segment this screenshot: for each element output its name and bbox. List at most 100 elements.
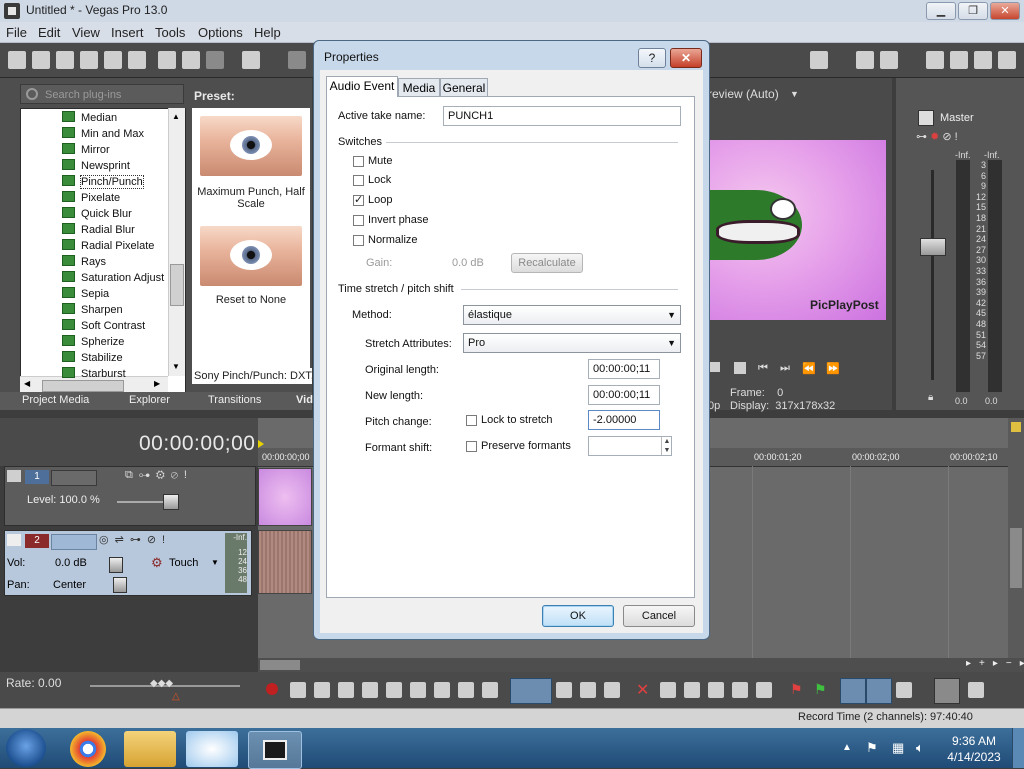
mute-icon[interactable]: ⊘ xyxy=(942,131,951,143)
plugin-item[interactable]: Radial Blur xyxy=(62,222,135,238)
method-dropdown[interactable]: élastique ▼ xyxy=(463,305,681,325)
trim-end-icon[interactable] xyxy=(708,682,724,698)
new-length-field[interactable]: 00:00:00;11 xyxy=(588,385,660,405)
automation-dropdown-icon[interactable]: ▼ xyxy=(211,558,219,567)
plugin-item[interactable]: Soft Contrast xyxy=(62,318,145,334)
render-icon[interactable] xyxy=(104,51,122,69)
pause-icon[interactable] xyxy=(362,682,378,698)
lock-icon[interactable] xyxy=(756,682,772,698)
plugin-item[interactable]: Radial Pixelate xyxy=(62,238,154,254)
prev-frame-icon[interactable] xyxy=(458,682,474,698)
plugin-item[interactable]: Sharpen xyxy=(62,302,123,318)
scroll-right-icon[interactable]: ▶ xyxy=(154,379,160,388)
ripple-edit-icon[interactable] xyxy=(896,682,912,698)
level-slider-thumb[interactable] xyxy=(163,494,179,510)
maximize-button[interactable]: ❐ xyxy=(958,2,988,20)
invert-phase-checkbox[interactable] xyxy=(353,215,364,226)
preset-thumbnail-max-punch[interactable] xyxy=(200,116,302,176)
action-center-icon[interactable]: ⚑ xyxy=(866,740,878,756)
plugin-item[interactable]: Min and Max xyxy=(62,126,144,142)
preset-thumbnail-reset[interactable] xyxy=(200,226,302,286)
tray-expand-icon[interactable]: ▲ xyxy=(842,742,852,753)
solo-icon[interactable]: ! xyxy=(955,131,958,143)
save-icon[interactable] xyxy=(56,51,74,69)
envelope-tool-icon[interactable] xyxy=(556,682,572,698)
menu-edit[interactable]: Edit xyxy=(38,25,60,40)
ignore-grouping-icon[interactable] xyxy=(968,682,984,698)
tab-video-fx[interactable]: Vid xyxy=(296,394,313,406)
properties-icon[interactable] xyxy=(128,51,146,69)
marker-icon[interactable]: ⚑ xyxy=(790,681,803,698)
plugin-item[interactable]: Quick Blur xyxy=(62,206,132,222)
stop-icon[interactable] xyxy=(386,682,402,698)
formant-spinner[interactable]: ▲ ▼ xyxy=(661,437,672,455)
tab-general[interactable]: General xyxy=(440,78,488,96)
edit-tool-button[interactable] xyxy=(510,678,552,704)
loop-playback-icon[interactable] xyxy=(290,682,306,698)
plugin-item[interactable]: Spherize xyxy=(62,334,124,350)
cut-icon[interactable] xyxy=(158,51,176,69)
search-plugins-input[interactable]: Search plug-ins xyxy=(20,84,184,104)
preview-quality-dropdown[interactable]: review (Auto) xyxy=(708,87,779,101)
lock-checkbox[interactable] xyxy=(353,175,364,186)
dialog-help-button[interactable]: ? xyxy=(638,48,666,68)
normalize-checkbox[interactable] xyxy=(353,235,364,246)
taskbar-clock[interactable]: 9:36 AM 4/14/2023 xyxy=(946,733,1002,765)
timeline-horizontal-scrollbar[interactable]: ▸+▸−▸ xyxy=(258,658,1024,672)
orig-length-field[interactable]: 00:00:00;11 xyxy=(588,359,660,379)
ok-button[interactable]: OK xyxy=(542,605,614,627)
pan-slider-thumb[interactable] xyxy=(113,577,127,593)
chevron-down-icon[interactable]: ▼ xyxy=(790,89,799,99)
rate-slider-thumb[interactable]: ◆◆◆ xyxy=(150,678,173,689)
master-fader[interactable] xyxy=(920,238,946,256)
vegas-taskbar-icon[interactable] xyxy=(248,731,302,769)
play-from-start-icon[interactable] xyxy=(314,682,330,698)
scroll-left-icon[interactable]: ◀ xyxy=(24,379,30,388)
snapping-button[interactable] xyxy=(840,678,866,704)
delete-icon[interactable]: ✕ xyxy=(636,680,649,700)
audio-track-2[interactable]: 2 ◎⇌⊶⊘! Vol: 0.0 dB ⚙ Touch ▼ Pan: Cente… xyxy=(4,530,252,596)
preset-label-reset[interactable]: Reset to None xyxy=(192,294,310,306)
menu-tools[interactable]: Tools xyxy=(155,25,185,40)
plugin-item[interactable]: Newsprint xyxy=(62,158,130,174)
track-name-field[interactable] xyxy=(51,470,97,486)
split-screen-icon[interactable] xyxy=(856,51,874,69)
pause-icon[interactable] xyxy=(710,362,720,372)
trim-icon[interactable] xyxy=(660,682,676,698)
stretch-attr-dropdown[interactable]: Pro ▼ xyxy=(463,333,681,353)
auto-crossfade-button[interactable] xyxy=(866,678,892,704)
copy-icon[interactable] xyxy=(182,51,200,69)
video-track-1[interactable]: 1 ⧉⊶⚙⊘! Level: 100.0 % xyxy=(4,466,256,526)
open-folder-icon[interactable] xyxy=(32,51,50,69)
minimize-button[interactable]: ▁ xyxy=(926,2,956,20)
record-icon[interactable] xyxy=(266,683,278,695)
plugin-item[interactable]: Mirror xyxy=(62,142,110,158)
menu-view[interactable]: View xyxy=(72,25,100,40)
plugin-item[interactable]: Pinch/Punch xyxy=(62,174,144,190)
recalculate-button[interactable]: Recalculate xyxy=(511,253,583,273)
markers-flag-icon[interactable] xyxy=(1011,422,1021,432)
tab-audio-event[interactable]: Audio Event xyxy=(326,76,398,97)
go-to-end-icon[interactable] xyxy=(434,682,450,698)
master-lock-icon[interactable]: 🔒︎ xyxy=(928,392,933,403)
prev-frame-icon[interactable]: ⏮ xyxy=(758,362,768,375)
region-icon[interactable]: ⚑ xyxy=(814,681,827,698)
pitch-change-input[interactable]: -2.00000 xyxy=(588,410,660,430)
collapse-icon[interactable] xyxy=(7,470,21,482)
automation-mode[interactable]: Touch xyxy=(169,557,198,569)
video-clip[interactable] xyxy=(258,468,312,526)
chrome-icon[interactable] xyxy=(70,731,106,767)
scroll-down-icon[interactable]: ▼ xyxy=(172,362,180,371)
collapse-icon[interactable] xyxy=(7,534,21,546)
plugin-item[interactable]: Pixelate xyxy=(62,190,120,206)
lock-envelopes-button[interactable] xyxy=(934,678,960,704)
stop-icon[interactable] xyxy=(734,362,746,374)
vscroll-thumb[interactable] xyxy=(1010,528,1022,588)
selection-tool-icon[interactable] xyxy=(580,682,596,698)
play-icon[interactable] xyxy=(338,682,354,698)
network-icon[interactable]: ▦ xyxy=(892,740,904,756)
zoom-controls[interactable]: ▸+▸−▸ xyxy=(966,658,1024,669)
redo-icon[interactable] xyxy=(288,51,306,69)
plugin-item[interactable]: Median xyxy=(62,110,117,126)
preview-quality-icon[interactable] xyxy=(810,51,828,69)
